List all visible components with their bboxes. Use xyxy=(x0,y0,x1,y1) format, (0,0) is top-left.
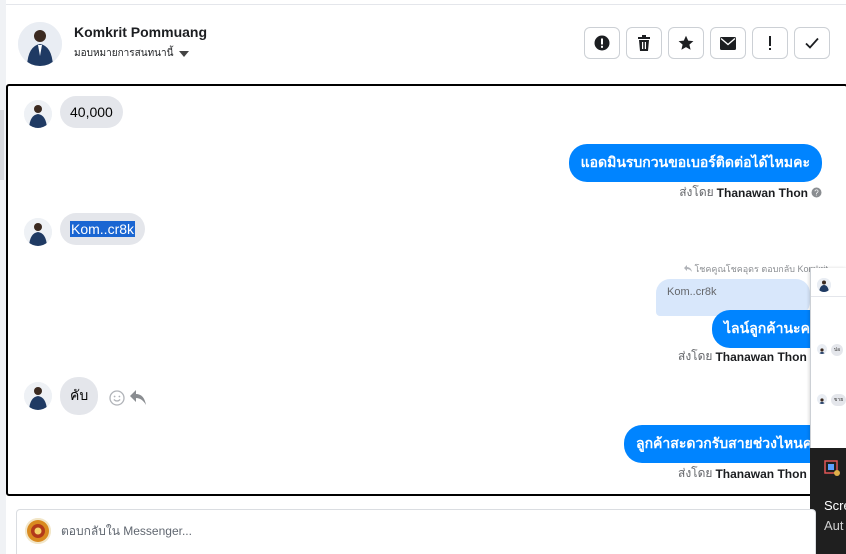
svg-text:?: ? xyxy=(814,188,819,197)
incoming-message[interactable]: Kom..cr8k xyxy=(60,213,146,245)
reply-button[interactable] xyxy=(130,390,146,410)
checkmark-icon xyxy=(805,37,819,49)
assign-conversation-dropdown[interactable]: มอบหมายการสนทนานี้ xyxy=(74,46,190,61)
sender-name: Thanawan Thon xyxy=(715,466,807,481)
preview-bubble: ขาย xyxy=(831,394,846,406)
sender-avatar xyxy=(24,100,52,128)
preview-avatar xyxy=(817,344,827,354)
preview-divider xyxy=(811,296,846,297)
app-icon xyxy=(824,460,840,476)
reply-context-label: โชคคูณโชคอุดร ตอบกลับ Komkrit xyxy=(683,262,828,276)
reply-composer xyxy=(16,509,816,554)
alert-circle-icon xyxy=(594,35,610,51)
envelope-icon xyxy=(720,36,736,50)
report-spam-button[interactable] xyxy=(584,27,620,59)
sent-by-label: ส่งโดย Thanawan Thon xyxy=(678,347,807,366)
outgoing-message[interactable]: แอดมินรบกวนขอเบอร์ติดต่อได้ไหมคะ xyxy=(568,144,822,182)
sent-by-prefix: ส่งโดย xyxy=(679,185,714,199)
follow-up-button[interactable] xyxy=(752,27,788,59)
header-actions xyxy=(584,27,830,59)
sent-by-prefix: ส่งโดย xyxy=(678,349,713,363)
message-input[interactable] xyxy=(61,524,761,538)
sender-name: Thanawan Thon xyxy=(716,185,808,200)
sent-by-prefix: ส่งโดย xyxy=(678,466,713,480)
sender-name: Thanawan Thon xyxy=(715,349,807,364)
contact-name: Komkrit Pommuang xyxy=(74,24,208,40)
floating-preview-panel[interactable]: ปอ ขาย xyxy=(810,268,846,448)
reply-icon xyxy=(683,265,692,272)
left-scroll-indicator xyxy=(0,110,4,180)
conversation-header: Komkrit Pommuang มอบหมายการสนทนานี้ xyxy=(6,5,846,83)
star-button[interactable] xyxy=(668,27,704,59)
notification-title: Scre xyxy=(824,498,846,513)
preview-bubble: ปอ xyxy=(831,344,844,356)
incoming-message[interactable]: คับ xyxy=(60,377,99,415)
incoming-message[interactable]: 40,000 xyxy=(60,96,123,128)
delete-button[interactable] xyxy=(626,27,662,59)
chevron-down-icon xyxy=(179,50,190,57)
exclamation-icon xyxy=(769,36,771,50)
sent-by-label: ส่งโดย Thanawan Thon ? xyxy=(679,183,822,202)
react-button[interactable] xyxy=(109,390,125,411)
preview-avatar xyxy=(817,394,827,404)
selected-text: Kom..cr8k xyxy=(70,221,136,237)
help-icon[interactable]: ? xyxy=(811,187,822,198)
mark-unread-button[interactable] xyxy=(710,27,746,59)
sent-by-label: ส่งโดย Thanawan Thon xyxy=(678,464,807,483)
trash-icon xyxy=(638,35,650,51)
message-thread[interactable]: 40,000 แอดมินรบกวนขอเบอร์ติดต่อได้ไหมคะ … xyxy=(6,84,846,496)
sender-avatar xyxy=(24,218,52,246)
reply-arrow-icon xyxy=(130,390,146,405)
sender-avatar xyxy=(24,382,52,410)
outgoing-message[interactable]: ลูกค้าสะดวกรับสายช่วงไหนคะ xyxy=(624,425,832,463)
assign-label: มอบหมายการสนทนานี้ xyxy=(74,48,174,59)
star-icon xyxy=(678,35,694,50)
preview-avatar xyxy=(817,278,831,292)
page-avatar xyxy=(25,518,51,544)
smiley-icon xyxy=(109,390,125,406)
mark-done-button[interactable] xyxy=(794,27,830,59)
contact-avatar[interactable] xyxy=(18,22,62,66)
notification-subtitle: Aut xyxy=(824,518,844,533)
